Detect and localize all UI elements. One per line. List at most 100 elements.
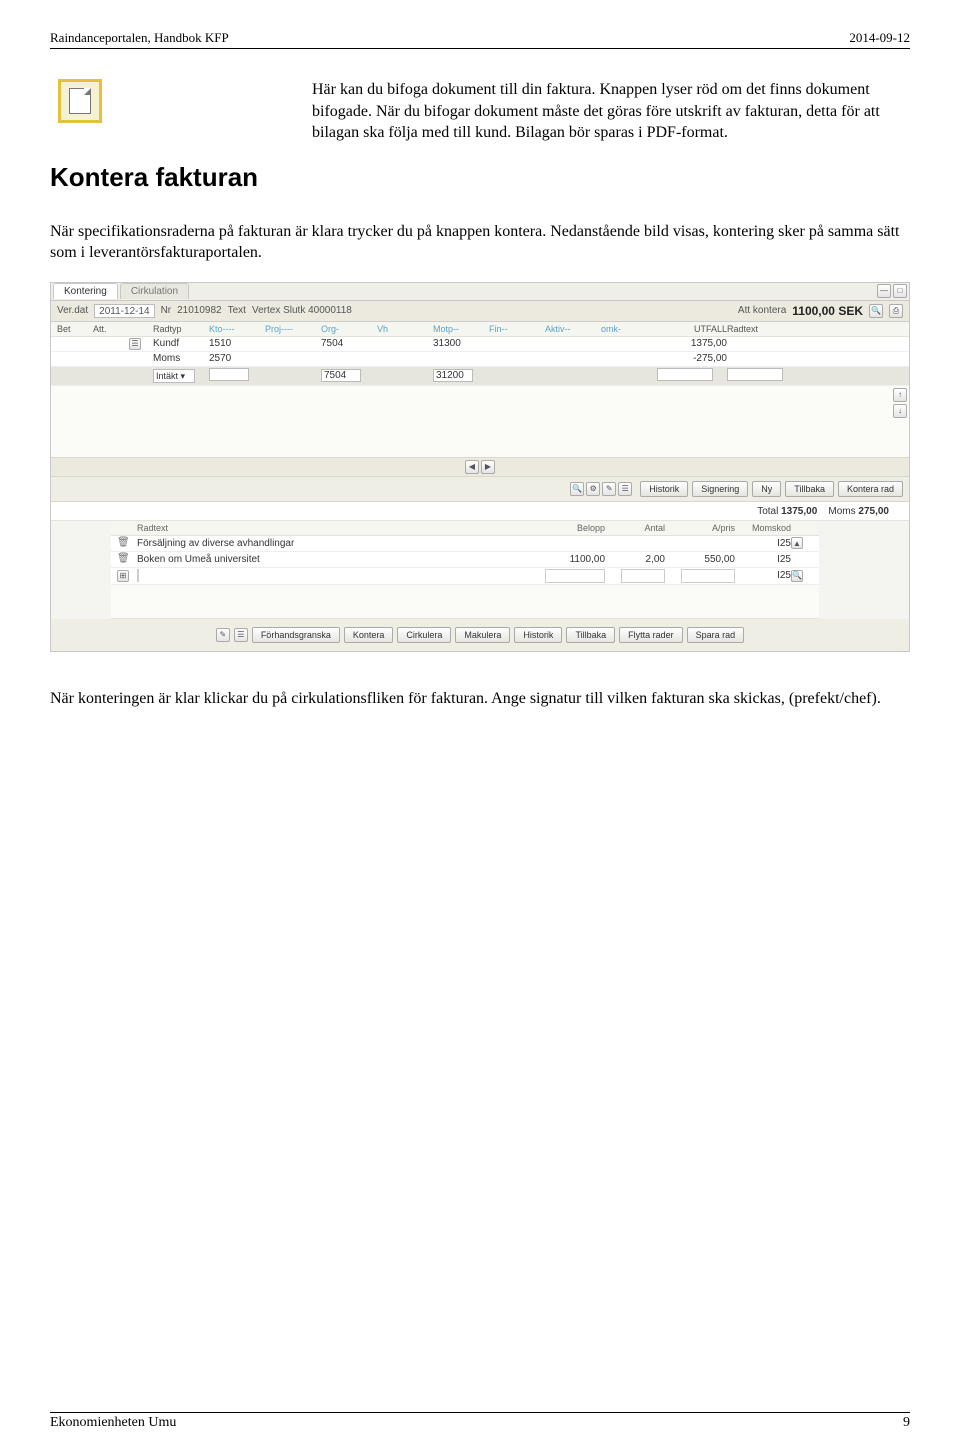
window-minimize-icon[interactable]: — <box>877 284 891 298</box>
value-att-kontera: 1100,00 SEK <box>792 304 863 318</box>
kontering-grid-header: Bet Att. Radtyp Kto---- Proj---- Org- Vh… <box>51 322 909 337</box>
header-left: Raindanceportalen, Handbok KFP <box>50 30 229 46</box>
doc-icon[interactable]: ☰ <box>129 338 141 350</box>
spec-belopp: 1100,00 <box>525 554 605 565</box>
kontering-row[interactable]: ☰ Kundf 1510 7504 31300 1375,00 <box>51 337 909 352</box>
col-org: Org- <box>321 324 377 334</box>
col-aktiv: Aktiv-- <box>545 324 601 334</box>
kontera-button[interactable]: Kontera <box>344 627 394 643</box>
cell-radtyp: Moms <box>153 353 209 364</box>
col-kto: Kto---- <box>209 324 265 334</box>
mid-button-row: 🔍 ⚙ ✎ ☰ Historik Signering Ny Tillbaka K… <box>51 477 909 502</box>
col-fin: Fin-- <box>489 324 545 334</box>
gear-icon[interactable]: ⚙ <box>586 482 600 496</box>
spec-moms: I25 <box>735 570 791 581</box>
paragraph-instruktion-2: När konteringen är klar klickar du på ci… <box>50 688 910 710</box>
ver-row: Ver.dat 2011-12-14 Nr 21010982 Text Vert… <box>51 301 909 322</box>
page-prev-icon[interactable]: ◀ <box>465 460 479 474</box>
col-utfall: UTFALL <box>657 324 727 334</box>
attach-document-icon <box>58 79 102 123</box>
col-vh: Vh <box>377 324 433 334</box>
tab-kontering[interactable]: Kontering <box>53 283 118 299</box>
spec-apris: 550,00 <box>665 554 735 565</box>
cell-org: 7504 <box>321 338 377 349</box>
col-att: Att. <box>93 324 129 334</box>
spec-text: Boken om Umeå universitet <box>137 554 525 565</box>
tillbaka-button[interactable]: Tillbaka <box>785 481 834 497</box>
input-verdat[interactable]: 2011-12-14 <box>94 304 154 318</box>
col-motp: Motp-- <box>433 324 489 334</box>
subcol-momskod: Momskod <box>735 523 791 533</box>
spec-row-empty[interactable]: ⊞ I25 🔍 <box>111 568 819 585</box>
pager: ◀ ▶ <box>51 458 909 477</box>
kontering-row[interactable]: Moms 2570 -275,00 <box>51 352 909 367</box>
kontera-rad-button[interactable]: Kontera rad <box>838 481 903 497</box>
page-next-icon[interactable]: ▶ <box>481 460 495 474</box>
tillbaka-button[interactable]: Tillbaka <box>566 627 615 643</box>
kontering-row-selected[interactable]: Intäkt ▾ 7504 31200 <box>51 367 909 386</box>
subcol-belopp: Belopp <box>525 523 605 533</box>
radtext-input[interactable] <box>727 368 783 381</box>
flytta-rader-button[interactable]: Flytta rader <box>619 627 683 643</box>
spec-row[interactable]: 🗑 Boken om Umeå universitet 1100,00 2,00… <box>111 552 819 568</box>
search-icon[interactable]: 🔍 <box>791 570 803 582</box>
spec-text-input[interactable] <box>137 569 139 582</box>
kontering-screenshot: Kontering Cirkulation — □ Ver.dat 2011-1… <box>50 282 910 652</box>
subcol-apris: A/pris <box>665 523 735 533</box>
grid-blank-area: ↑ ↓ <box>51 386 909 458</box>
cell-kto: 2570 <box>209 353 265 364</box>
forhandsgranska-button[interactable]: Förhandsgranska <box>252 627 340 643</box>
doc-icon[interactable]: ☰ <box>234 628 248 642</box>
cell-utfall: 1375,00 <box>657 338 727 349</box>
doc-icon[interactable]: ☰ <box>618 482 632 496</box>
cell-radtyp: Kundf <box>153 338 209 349</box>
cirkulera-button[interactable]: Cirkulera <box>397 627 451 643</box>
print-icon[interactable]: ⎙ <box>889 304 903 318</box>
kto-input[interactable] <box>209 368 249 381</box>
historik-button[interactable]: Historik <box>640 481 688 497</box>
bottom-button-row: ✎ ☰ Förhandsgranska Kontera Cirkulera Ma… <box>51 619 909 651</box>
up-arrow-icon[interactable]: ↑ <box>893 388 907 402</box>
cell-kto: 1510 <box>209 338 265 349</box>
col-omk: omk- <box>601 324 657 334</box>
trash-icon[interactable]: 🗑 <box>117 537 129 549</box>
edit-icon[interactable]: ✎ <box>216 628 230 642</box>
header-date: 2014-09-12 <box>849 30 910 46</box>
spec-belopp-input[interactable] <box>545 569 605 583</box>
label-verdat: Ver.dat <box>57 305 88 316</box>
signering-button[interactable]: Signering <box>692 481 748 497</box>
col-bet: Bet <box>57 324 93 334</box>
up-icon[interactable]: ▲ <box>791 537 803 549</box>
motp-input[interactable]: 31200 <box>433 369 473 382</box>
radtyp-dropdown[interactable]: Intäkt ▾ <box>153 369 195 383</box>
zoom-icon[interactable]: 🔍 <box>570 482 584 496</box>
tab-cirkulation[interactable]: Cirkulation <box>120 283 189 299</box>
col-proj: Proj---- <box>265 324 321 334</box>
spec-row[interactable]: 🗑 Försäljning av diverse avhandlingar I2… <box>111 536 819 552</box>
spec-text: Försäljning av diverse avhandlingar <box>137 538 525 549</box>
trash-icon[interactable]: 🗑 <box>117 553 129 565</box>
intro-paragraph: Här kan du bifoga dokument till din fakt… <box>132 79 910 144</box>
spara-rad-button[interactable]: Spara rad <box>687 627 745 643</box>
footer-rule <box>50 1412 910 1413</box>
edit-icon[interactable]: ✎ <box>602 482 616 496</box>
makulera-button[interactable]: Makulera <box>455 627 510 643</box>
col-radtyp: Radtyp <box>153 324 209 334</box>
value-text: Vertex Slutk 40000118 <box>252 305 352 316</box>
search-icon[interactable]: 🔍 <box>869 304 883 318</box>
utfall-input[interactable] <box>657 368 713 381</box>
spec-blank <box>111 585 819 619</box>
ny-button[interactable]: Ny <box>752 481 781 497</box>
spec-apris-input[interactable] <box>681 569 735 583</box>
subcol-antal: Antal <box>605 523 665 533</box>
col-radtext: Radtext <box>727 324 797 334</box>
down-arrow-icon[interactable]: ↓ <box>893 404 907 418</box>
value-nr: 21010982 <box>177 305 222 316</box>
add-row-icon[interactable]: ⊞ <box>117 570 129 582</box>
historik-button[interactable]: Historik <box>514 627 562 643</box>
org-input[interactable]: 7504 <box>321 369 361 382</box>
label-text: Text <box>228 305 246 316</box>
label-moms: Moms <box>828 506 855 517</box>
window-restore-icon[interactable]: □ <box>893 284 907 298</box>
spec-antal-input[interactable] <box>621 569 665 583</box>
